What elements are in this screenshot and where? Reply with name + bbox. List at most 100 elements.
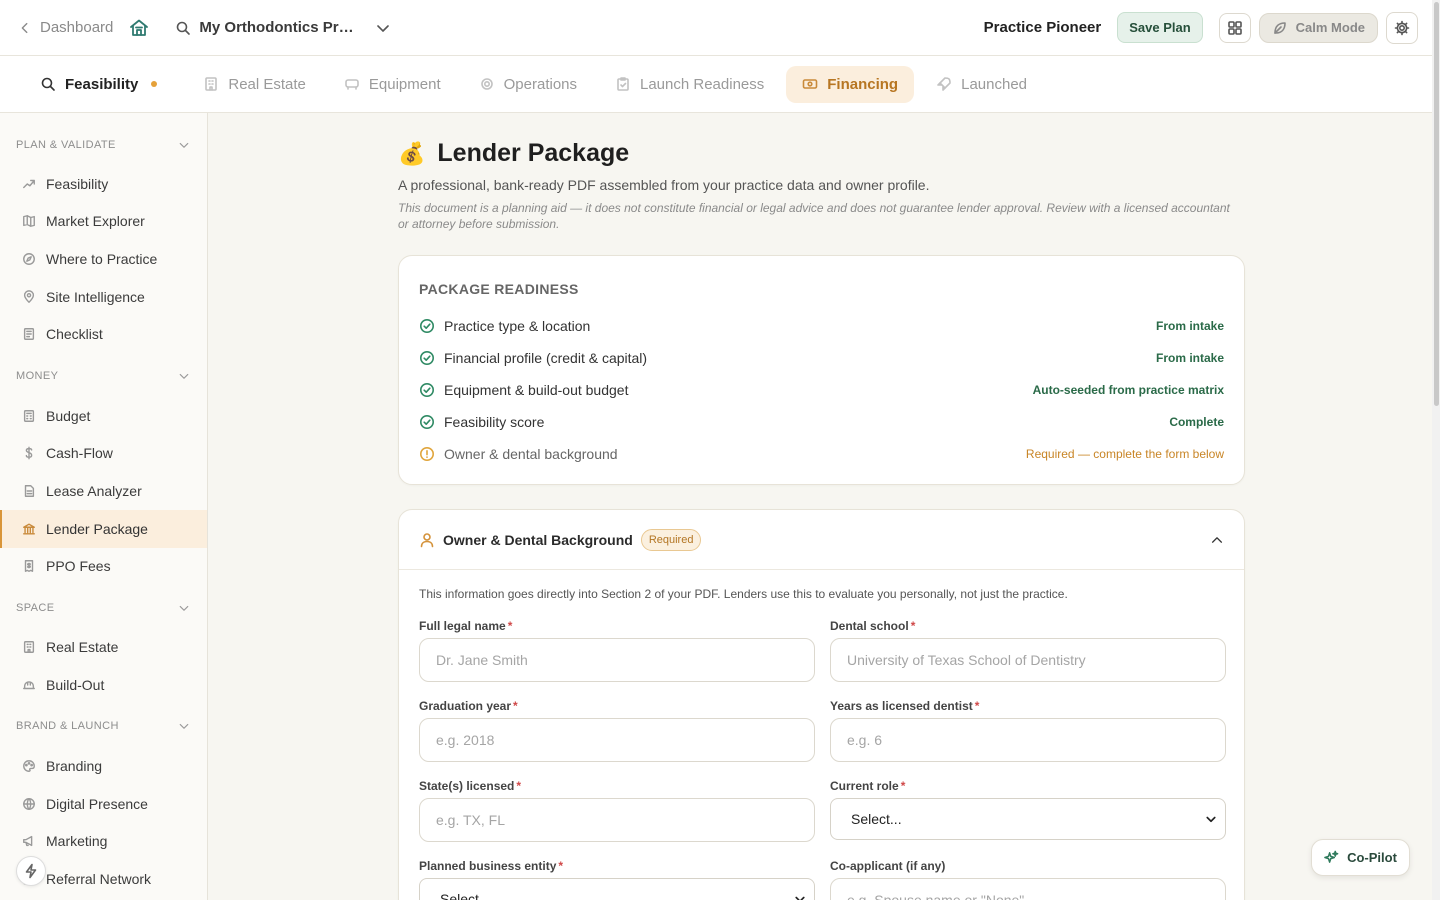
megaphone-icon <box>23 835 33 847</box>
user-icon <box>420 532 434 547</box>
states-licensed-field-group: State(s) licensed * <box>419 779 815 842</box>
scrollbar-thumb[interactable] <box>1434 2 1439 406</box>
home-icon[interactable] <box>129 18 149 38</box>
tab-feasibility[interactable]: Feasibility <box>28 66 169 103</box>
sidebar-item-ppo-fees[interactable]: PPO Fees <box>0 547 207 585</box>
readiness-row: Financial profile (credit & capital) Fro… <box>419 348 1224 368</box>
graduation-year-field-group: Graduation year * <box>419 699 815 762</box>
map-icon <box>23 215 35 227</box>
owner-section-header[interactable]: Owner & Dental Background Required <box>399 510 1244 570</box>
readiness-label: Financial profile (credit & capital) <box>444 350 648 366</box>
business-entity-select[interactable]: Select... <box>419 878 815 900</box>
sidebar-item-branding[interactable]: Branding <box>0 747 207 785</box>
required-asterisk: * <box>974 699 980 713</box>
states-licensed-input[interactable] <box>419 798 815 842</box>
sidebar-item-label: Digital Presence <box>46 796 148 812</box>
back-label: Dashboard <box>40 19 114 36</box>
co-applicant-input[interactable] <box>830 878 1226 900</box>
main-content: 💰 Lender Package A professional, bank-re… <box>208 113 1432 900</box>
apps-grid-button[interactable] <box>1218 12 1251 43</box>
sidebar-item-lender-package[interactable]: Lender Package <box>0 510 207 548</box>
co-applicant-field-group: Co-applicant (if any) <box>830 859 1226 900</box>
sidebar-item-label: Market Explorer <box>46 213 145 229</box>
quick-actions-button[interactable] <box>16 856 46 886</box>
label-text: Graduation year <box>419 699 512 713</box>
tab-launched[interactable]: Launched <box>924 66 1039 103</box>
graduation-year-input[interactable] <box>419 718 815 762</box>
clipboard-icon <box>617 77 629 91</box>
chevron-down-icon <box>179 723 189 729</box>
sidebar-item-digital-presence[interactable]: Digital Presence <box>0 785 207 823</box>
search-icon <box>41 77 55 91</box>
select-value: Select... <box>851 811 902 827</box>
document-icon <box>24 485 35 497</box>
tab-label: Operations <box>503 75 577 93</box>
sidebar-section-brand-launch[interactable]: BRAND & LAUNCH <box>0 716 207 736</box>
tab-label: Launch Readiness <box>640 75 765 93</box>
label-text: Dental school <box>830 619 909 633</box>
sidebar-item-marketing[interactable]: Marketing <box>0 822 207 860</box>
sidebar-item-label: Marketing <box>46 833 108 849</box>
gear-icon <box>480 78 493 90</box>
full-name-field-group: Full legal name * <box>419 619 815 682</box>
dental-school-label: Dental school * <box>830 619 1226 633</box>
sidebar-item-label: Feasibility <box>46 176 109 192</box>
tab-label: Launched <box>961 75 1028 93</box>
readiness-label: Practice type & location <box>444 318 591 334</box>
owner-background-card: Owner & Dental Background Required This … <box>398 509 1245 900</box>
sidebar-item-lease-analyzer[interactable]: Lease Analyzer <box>0 472 207 510</box>
chevron-up-icon[interactable] <box>1210 533 1224 547</box>
phase-tabs: Feasibility Real Estate Equipment Operat… <box>0 56 1432 113</box>
full-name-input[interactable] <box>419 638 815 682</box>
tab-real-estate[interactable]: Real Estate <box>191 66 318 103</box>
alert-circle-icon <box>420 447 434 461</box>
disclaimer: This document is a planning aid — it doe… <box>398 201 1230 231</box>
current-role-select[interactable]: Select... <box>830 798 1226 840</box>
sidebar-item-market-explorer[interactable]: Market Explorer <box>0 202 207 240</box>
tab-launch-readiness[interactable]: Launch Readiness <box>603 66 776 103</box>
readiness-status: Complete <box>1169 415 1224 429</box>
required-asterisk: * <box>558 859 564 873</box>
sidebar-item-label: Lease Analyzer <box>46 483 142 499</box>
readiness-label: Owner & dental background <box>444 446 618 462</box>
chevron-down-icon <box>795 896 805 900</box>
sidebar-item-feasibility[interactable]: Feasibility <box>0 165 207 203</box>
save-plan-button[interactable]: Save Plan <box>1117 12 1203 43</box>
tab-operations[interactable]: Operations <box>467 66 589 103</box>
full-name-label: Full legal name * <box>419 619 815 633</box>
dental-school-input[interactable] <box>830 638 1226 682</box>
sidebar-item-budget[interactable]: Budget <box>0 397 207 435</box>
tab-equipment[interactable]: Equipment <box>332 66 453 103</box>
sidebar-section-space[interactable]: SPACE <box>0 598 207 618</box>
tab-label: Financing <box>827 75 899 93</box>
page-subtitle: A professional, bank-ready PDF assembled… <box>398 177 930 193</box>
current-role-field-group: Current role * Select... <box>830 779 1226 840</box>
required-asterisk: * <box>516 779 522 793</box>
settings-button[interactable] <box>1386 11 1418 44</box>
sidebar-item-build-out[interactable]: Build-Out <box>0 666 207 704</box>
project-selector[interactable]: My Orthodontics Practi... <box>175 19 391 36</box>
back-to-dashboard-link[interactable]: Dashboard <box>18 19 113 36</box>
hardhat-icon <box>23 681 35 690</box>
copilot-button[interactable]: Co-Pilot <box>1311 839 1410 876</box>
sidebar-item-site-intelligence[interactable]: Site Intelligence <box>0 278 207 316</box>
years-licensed-input[interactable] <box>830 718 1226 762</box>
project-name: My Orthodontics Practi... <box>199 19 360 36</box>
tab-financing[interactable]: Financing <box>786 65 915 103</box>
sidebar-item-label: Budget <box>46 408 91 424</box>
pin-icon <box>23 290 35 303</box>
sidebar-item-cash-flow[interactable]: Cash-Flow <box>0 434 207 472</box>
sidebar-item-where-to-practice[interactable]: Where to Practice <box>0 240 207 278</box>
dollar-icon <box>25 446 33 460</box>
business-entity-field-group: Planned business entity * Select... <box>419 859 815 900</box>
top-bar: Dashboard My Orthodontics Practi... Prac… <box>0 0 1432 56</box>
palette-icon <box>23 760 35 772</box>
sidebar-section-money[interactable]: MONEY <box>0 366 207 386</box>
calm-mode-toggle[interactable]: Calm Mode <box>1258 12 1378 43</box>
sidebar-item-real-estate[interactable]: Real Estate <box>0 628 207 666</box>
readiness-row: Practice type & location From intake <box>419 316 1224 336</box>
gear-icon <box>1394 20 1410 35</box>
readiness-title: PACKAGE READINESS <box>419 281 579 297</box>
sidebar-section-plan-validate[interactable]: PLAN & VALIDATE <box>0 135 207 155</box>
sidebar-item-checklist[interactable]: Checklist <box>0 315 207 353</box>
